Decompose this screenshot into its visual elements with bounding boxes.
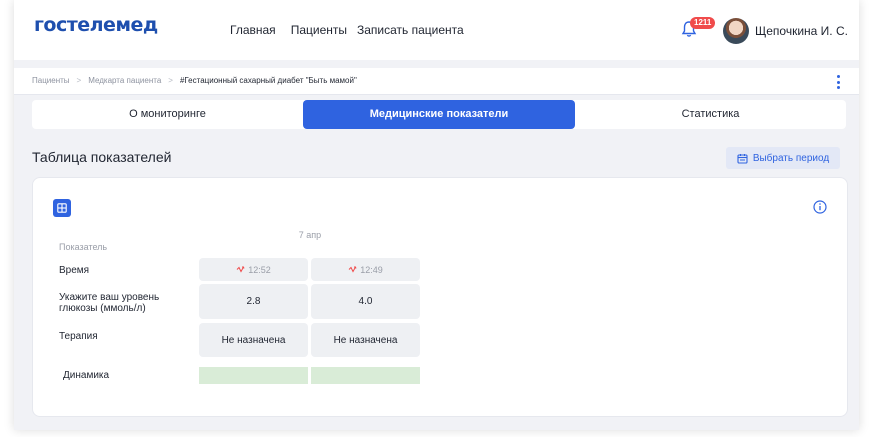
breadcrumb-bar: Пациенты > Медкарта пациента > #Гестацио… xyxy=(14,68,859,95)
calendar-icon xyxy=(737,153,748,164)
kebab-menu-icon[interactable] xyxy=(836,75,840,89)
time-cell[interactable]: 12:49 xyxy=(311,258,420,281)
glucose-cell[interactable]: 2.8 xyxy=(199,284,308,319)
logo[interactable]: гостелемед xyxy=(34,14,158,36)
breadcrumb-item-medcard[interactable]: Медкарта пациента xyxy=(88,76,161,85)
indicators-card: 7 апр Показатель Время 12:52 12:49 Укажи… xyxy=(32,177,848,417)
info-icon[interactable] xyxy=(813,200,827,214)
tab-statistics[interactable]: Статистика xyxy=(575,100,846,129)
glucose-cell[interactable]: 4.0 xyxy=(311,284,420,319)
breadcrumb: Пациенты > Медкарта пациента > #Гестацио… xyxy=(32,76,357,85)
grid-icon xyxy=(57,203,67,213)
user-name[interactable]: Щепочкина И. С. xyxy=(755,24,848,38)
row-label-therapy: Терапия xyxy=(59,331,98,342)
top-header: гостелемед Главная Пациенты Записать пац… xyxy=(14,0,859,60)
lightning-icon xyxy=(236,266,245,273)
nav-patients[interactable]: Пациенты xyxy=(291,23,347,37)
row-label-dynamics: Динамика xyxy=(63,370,110,381)
main-nav: Главная Пациенты Записать пациента xyxy=(230,23,464,37)
page-title: Таблица показателей xyxy=(32,149,172,165)
tab-monitoring[interactable]: О мониторинге xyxy=(32,100,303,129)
lightning-icon xyxy=(348,266,357,273)
chevron-right-icon: > xyxy=(76,76,82,85)
time-cell[interactable]: 12:52 xyxy=(199,258,308,281)
indicator-header: Показатель xyxy=(59,242,108,252)
nav-home[interactable]: Главная xyxy=(230,23,276,37)
select-period-button[interactable]: Выбрать период xyxy=(726,147,840,169)
nav-book-patient[interactable]: Записать пациента xyxy=(357,23,464,37)
time-value: 12:49 xyxy=(360,264,383,275)
notification-badge: 1211 xyxy=(690,17,716,29)
dynamics-cell xyxy=(199,367,308,384)
breadcrumb-item-patients[interactable]: Пациенты xyxy=(32,76,70,85)
tab-medical-indicators[interactable]: Медицинские показатели xyxy=(303,100,575,129)
row-label-glucose: Укажите ваш уровень глюкозы (ммоль/л) xyxy=(59,292,160,314)
chevron-right-icon: > xyxy=(168,76,173,85)
grid-view-button[interactable] xyxy=(53,199,71,217)
therapy-cell[interactable]: Не назначена xyxy=(311,323,420,357)
select-period-label: Выбрать период xyxy=(752,152,830,164)
therapy-cell[interactable]: Не назначена xyxy=(199,323,308,357)
row-label-time: Время xyxy=(59,265,90,276)
dynamics-cell xyxy=(311,367,420,384)
breadcrumb-current: #Гестационный сахарный диабет "Быть мамо… xyxy=(179,76,357,85)
avatar[interactable] xyxy=(723,18,749,44)
date-column-header: 7 апр xyxy=(298,230,322,240)
tabs: О мониторинге Медицинские показатели Ста… xyxy=(32,100,846,129)
app-window: гостелемед Главная Пациенты Записать пац… xyxy=(14,0,859,430)
time-value: 12:52 xyxy=(248,264,271,275)
